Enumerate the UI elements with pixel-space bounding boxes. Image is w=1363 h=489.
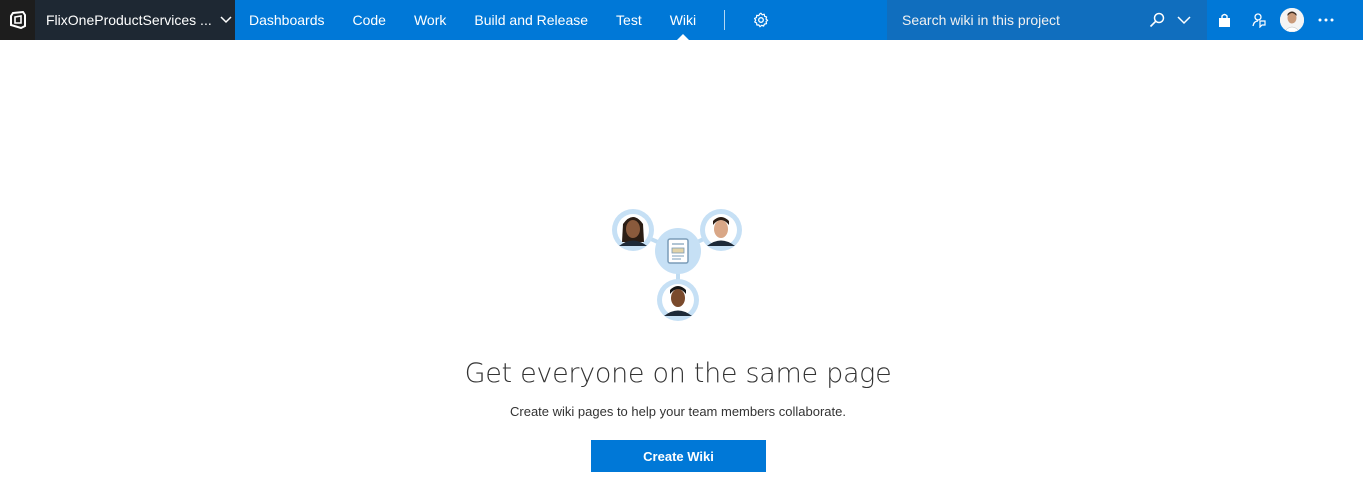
more-icon[interactable] (1309, 0, 1343, 40)
shopping-bag-icon[interactable] (1207, 0, 1241, 40)
nav-label: Code (352, 12, 386, 28)
empty-state-title: Get everyone on the same page (464, 358, 892, 389)
gear-icon[interactable] (739, 0, 783, 40)
search-box[interactable]: Search wiki in this project (887, 0, 1207, 40)
nav-test[interactable]: Test (602, 0, 656, 40)
nav-dashboards[interactable]: Dashboards (235, 0, 339, 40)
user-avatar[interactable] (1275, 0, 1309, 40)
header-actions (1207, 0, 1343, 40)
top-navigation-bar: FlixOneProductServices ... Dashboards Co… (0, 0, 1363, 40)
wiki-collaboration-illustration (612, 209, 742, 321)
feedback-icon[interactable] (1241, 0, 1275, 40)
hub-nav: Dashboards Code Work Build and Release T… (235, 0, 783, 40)
nav-label: Test (616, 12, 642, 28)
empty-state-description: Create wiki pages to help your team memb… (510, 404, 846, 419)
create-wiki-button[interactable]: Create Wiki (591, 440, 766, 472)
project-name: FlixOneProductServices ... (46, 12, 212, 28)
nav-code[interactable]: Code (339, 0, 400, 40)
nav-work[interactable]: Work (400, 0, 460, 40)
wiki-empty-state: Get everyone on the same page Create wik… (0, 40, 1363, 489)
nav-label: Dashboards (249, 12, 325, 28)
nav-label: Build and Release (474, 12, 589, 28)
chevron-down-icon (220, 16, 232, 24)
nav-wiki[interactable]: Wiki (656, 0, 710, 40)
nav-build-and-release[interactable]: Build and Release (460, 0, 602, 40)
chevron-down-icon[interactable] (1177, 15, 1191, 25)
nav-label: Work (413, 12, 447, 28)
vsts-logo-icon[interactable] (0, 0, 35, 40)
nav-label: Wiki (669, 12, 697, 28)
nav-divider (724, 10, 726, 30)
project-selector[interactable]: FlixOneProductServices ... (35, 0, 235, 40)
search-input[interactable]: Search wiki in this project (902, 12, 1149, 28)
search-icon[interactable] (1149, 12, 1165, 28)
